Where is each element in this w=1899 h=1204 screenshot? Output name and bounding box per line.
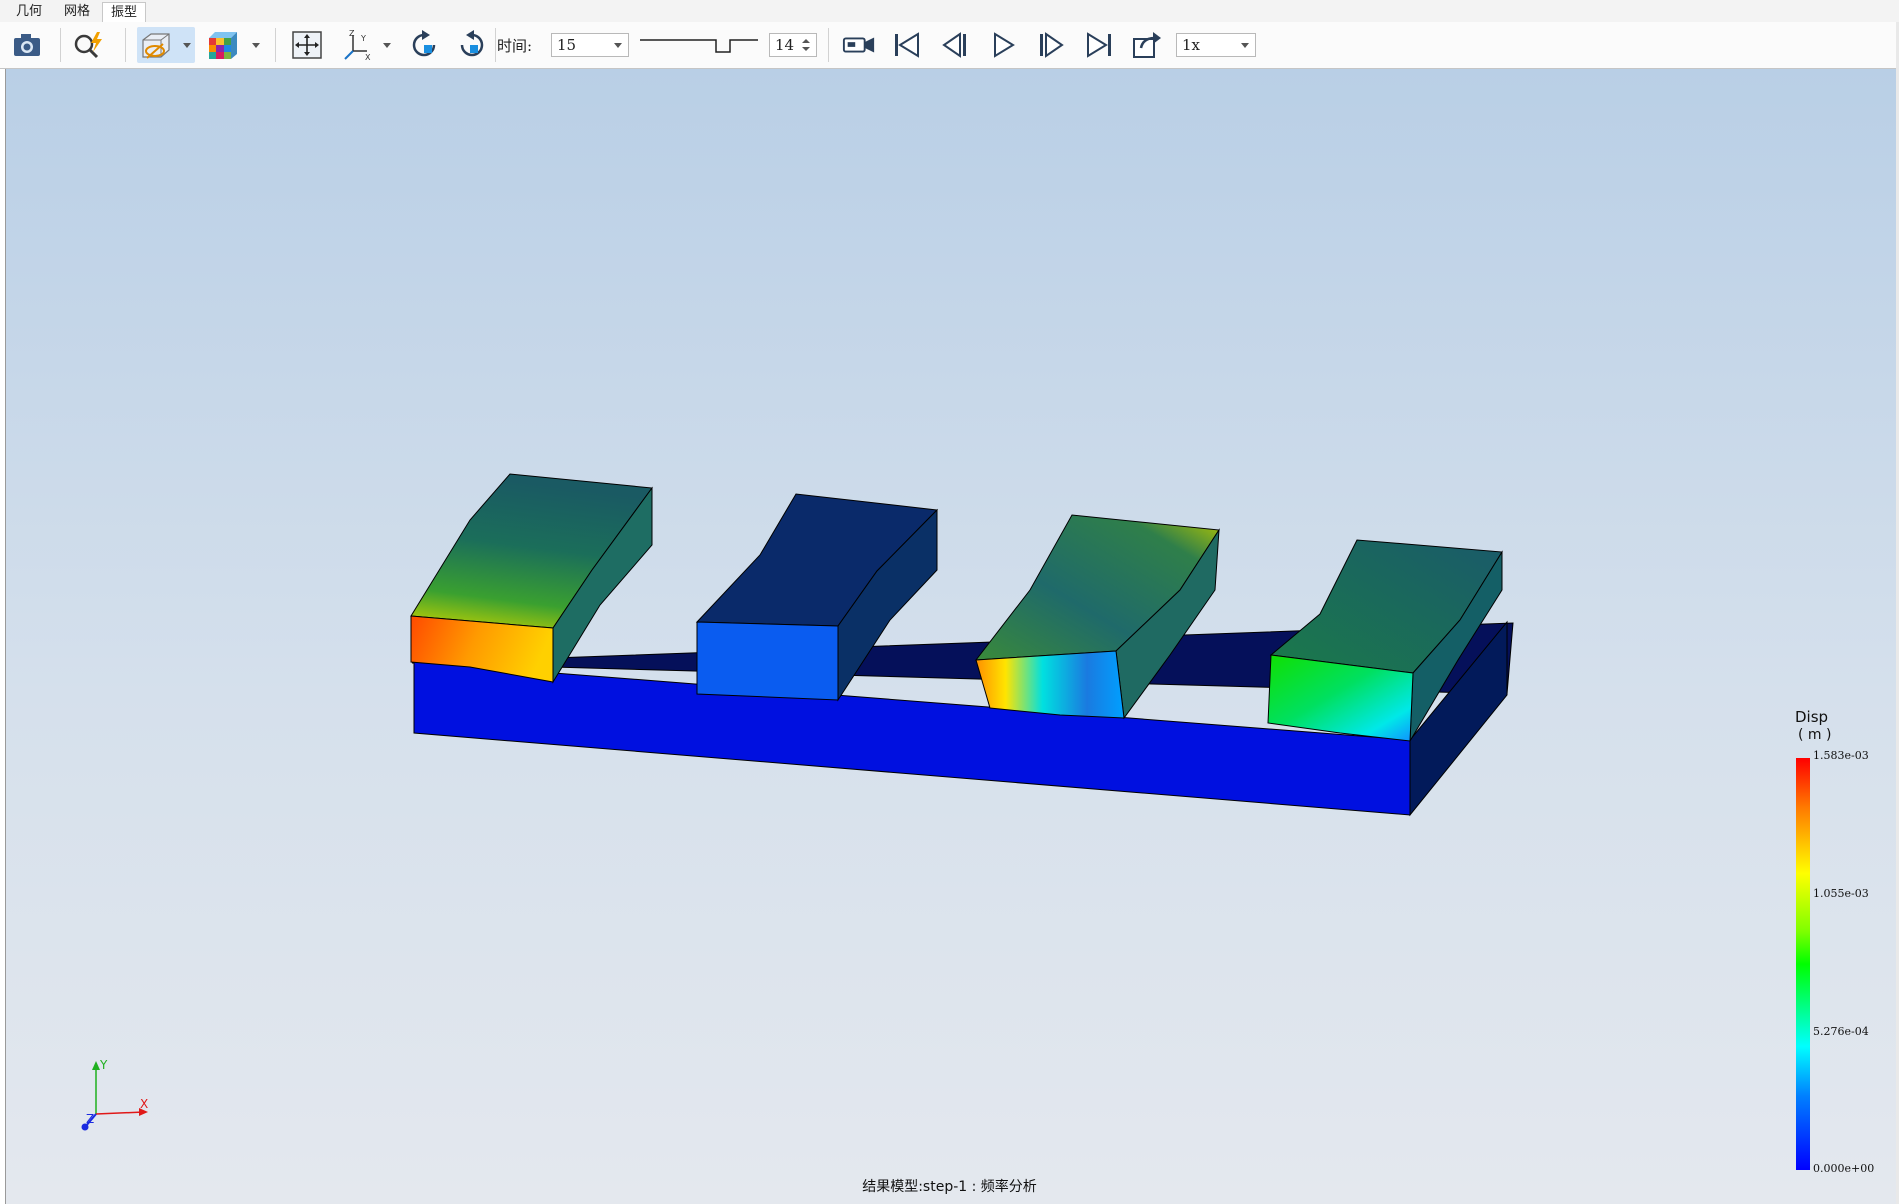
legend-tick-mid: 5.276e-04 — [1813, 1025, 1869, 1038]
triad-y-label: Y — [99, 1058, 108, 1072]
legend-tick-max: 1.583e-03 — [1813, 749, 1869, 762]
legend-title: Disp — [1795, 708, 1829, 726]
legend-unit: ( m ) — [1798, 727, 1832, 743]
orientation-triad: Y X Z — [81, 1058, 148, 1131]
triad-x-label: X — [140, 1097, 148, 1111]
result-model-caption: 结果模型:step-1 : 频率分析 — [862, 1179, 1037, 1195]
triad-z-label: Z — [86, 1112, 94, 1126]
legend-colorbar — [1796, 758, 1810, 1170]
legend-tick-high: 1.055e-03 — [1813, 887, 1869, 900]
legend-tick-min: 0.000e+00 — [1813, 1162, 1875, 1175]
fem-model-render[interactable] — [0, 0, 1899, 1204]
